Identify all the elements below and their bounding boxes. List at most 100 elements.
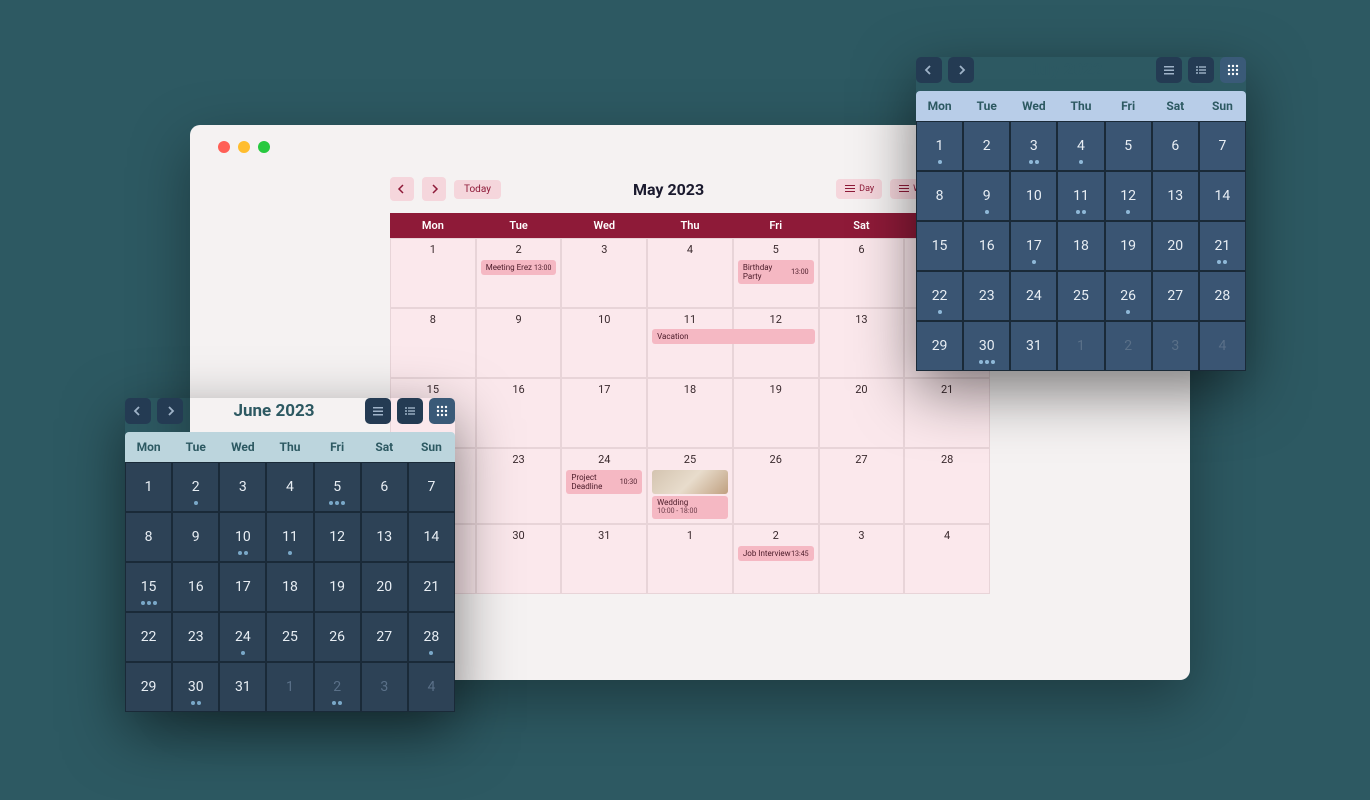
day-cell[interactable]: 1 <box>916 121 963 171</box>
day-cell[interactable]: 11 <box>1057 171 1104 221</box>
day-cell[interactable]: 17 <box>561 378 647 448</box>
day-cell[interactable]: 1 <box>647 524 733 594</box>
day-cell[interactable]: 19 <box>314 562 361 612</box>
calendar-event[interactable]: Wedding10:00 - 18:00 <box>652 496 728 519</box>
day-cell[interactable]: 8 <box>390 308 476 378</box>
day-cell[interactable]: 16 <box>476 378 562 448</box>
view-grid-button[interactable] <box>1220 57 1246 83</box>
maximize-icon[interactable] <box>258 141 270 153</box>
day-cell[interactable]: 2 <box>314 662 361 712</box>
day-cell[interactable]: 16 <box>172 562 219 612</box>
day-cell[interactable]: 3 <box>1010 121 1057 171</box>
calendar-event[interactable]: Birthday Party13:00 <box>738 260 814 284</box>
next-month-button[interactable] <box>157 398 183 424</box>
day-cell[interactable]: 30 <box>963 321 1010 371</box>
day-cell[interactable]: 25Wedding10:00 - 18:00 <box>647 448 733 524</box>
day-cell[interactable]: 21 <box>904 378 990 448</box>
day-cell[interactable]: 1 <box>125 462 172 512</box>
day-cell[interactable]: 22 <box>916 271 963 321</box>
day-cell[interactable]: 11Vacation <box>647 308 733 378</box>
day-cell[interactable]: 30 <box>476 524 562 594</box>
view-list-button[interactable] <box>1156 57 1182 83</box>
close-icon[interactable] <box>218 141 230 153</box>
day-cell[interactable]: 3 <box>361 662 408 712</box>
day-cell[interactable]: 10 <box>219 512 266 562</box>
day-cell[interactable]: 13 <box>1152 171 1199 221</box>
day-cell[interactable]: 7 <box>408 462 455 512</box>
day-cell[interactable]: 4 <box>647 238 733 308</box>
day-cell[interactable]: 25 <box>1057 271 1104 321</box>
day-cell[interactable]: 17 <box>219 562 266 612</box>
day-cell[interactable]: 14 <box>408 512 455 562</box>
view-agenda-button[interactable] <box>397 398 423 424</box>
day-cell[interactable]: 30 <box>172 662 219 712</box>
day-cell[interactable]: 6 <box>1152 121 1199 171</box>
day-cell[interactable]: 4 <box>1199 321 1246 371</box>
day-cell[interactable]: 3 <box>819 524 905 594</box>
day-cell[interactable]: 3 <box>219 462 266 512</box>
day-cell[interactable]: 3 <box>561 238 647 308</box>
day-cell[interactable]: 12 <box>1105 171 1152 221</box>
day-cell[interactable]: 11 <box>266 512 313 562</box>
day-cell[interactable]: 24 <box>219 612 266 662</box>
day-cell[interactable]: 25 <box>266 612 313 662</box>
day-cell[interactable]: 8 <box>125 512 172 562</box>
day-cell[interactable]: 4 <box>408 662 455 712</box>
view-agenda-button[interactable] <box>1188 57 1214 83</box>
day-cell[interactable]: 21 <box>1199 221 1246 271</box>
day-cell[interactable]: 22 <box>125 612 172 662</box>
day-cell[interactable]: 5Birthday Party13:00 <box>733 238 819 308</box>
minimize-icon[interactable] <box>238 141 250 153</box>
day-cell[interactable]: 4 <box>904 524 990 594</box>
day-cell[interactable]: 19 <box>1105 221 1152 271</box>
day-cell[interactable]: 23 <box>172 612 219 662</box>
day-cell[interactable]: 31 <box>219 662 266 712</box>
day-cell[interactable]: 4 <box>1057 121 1104 171</box>
day-cell[interactable]: 27 <box>819 448 905 524</box>
day-cell[interactable]: 16 <box>963 221 1010 271</box>
day-cell[interactable]: 5 <box>314 462 361 512</box>
day-cell[interactable]: 17 <box>1010 221 1057 271</box>
day-cell[interactable]: 28 <box>1199 271 1246 321</box>
day-cell[interactable]: 27 <box>1152 271 1199 321</box>
day-cell[interactable]: 2Job Interview13:45 <box>733 524 819 594</box>
prev-month-button[interactable] <box>916 57 942 83</box>
next-month-button[interactable] <box>948 57 974 83</box>
prev-month-button[interactable] <box>125 398 151 424</box>
day-cell[interactable]: 27 <box>361 612 408 662</box>
day-cell[interactable]: 26 <box>1105 271 1152 321</box>
day-cell[interactable]: 23 <box>476 448 562 524</box>
calendar-event-multiday[interactable]: Vacation <box>652 329 815 344</box>
day-cell[interactable]: 20 <box>361 562 408 612</box>
day-cell[interactable]: 31 <box>1010 321 1057 371</box>
day-cell[interactable]: 9 <box>476 308 562 378</box>
day-cell[interactable]: 29 <box>125 662 172 712</box>
day-cell[interactable]: 28 <box>408 612 455 662</box>
day-cell[interactable]: 7 <box>1199 121 1246 171</box>
day-cell[interactable]: 26 <box>314 612 361 662</box>
day-cell[interactable]: 9 <box>963 171 1010 221</box>
day-cell[interactable]: 2Meeting Erez13:00 <box>476 238 562 308</box>
day-cell[interactable]: 15 <box>125 562 172 612</box>
day-cell[interactable]: 29 <box>916 321 963 371</box>
day-cell[interactable]: 12 <box>314 512 361 562</box>
day-cell[interactable]: 21 <box>408 562 455 612</box>
day-cell[interactable]: 10 <box>561 308 647 378</box>
day-cell[interactable]: 14 <box>1199 171 1246 221</box>
day-cell[interactable]: 18 <box>266 562 313 612</box>
day-cell[interactable]: 6 <box>361 462 408 512</box>
day-cell[interactable]: 2 <box>172 462 219 512</box>
day-cell[interactable]: 15 <box>916 221 963 271</box>
next-month-button[interactable] <box>422 177 446 201</box>
day-cell[interactable]: 31 <box>561 524 647 594</box>
day-cell[interactable]: 18 <box>1057 221 1104 271</box>
day-cell[interactable]: 2 <box>1105 321 1152 371</box>
prev-month-button[interactable] <box>390 177 414 201</box>
day-cell[interactable]: 1 <box>1057 321 1104 371</box>
view-list-button[interactable] <box>365 398 391 424</box>
day-cell[interactable]: 2 <box>963 121 1010 171</box>
day-cell[interactable]: 10 <box>1010 171 1057 221</box>
day-cell[interactable]: 28 <box>904 448 990 524</box>
day-cell[interactable]: 5 <box>1105 121 1152 171</box>
day-cell[interactable]: 9 <box>172 512 219 562</box>
